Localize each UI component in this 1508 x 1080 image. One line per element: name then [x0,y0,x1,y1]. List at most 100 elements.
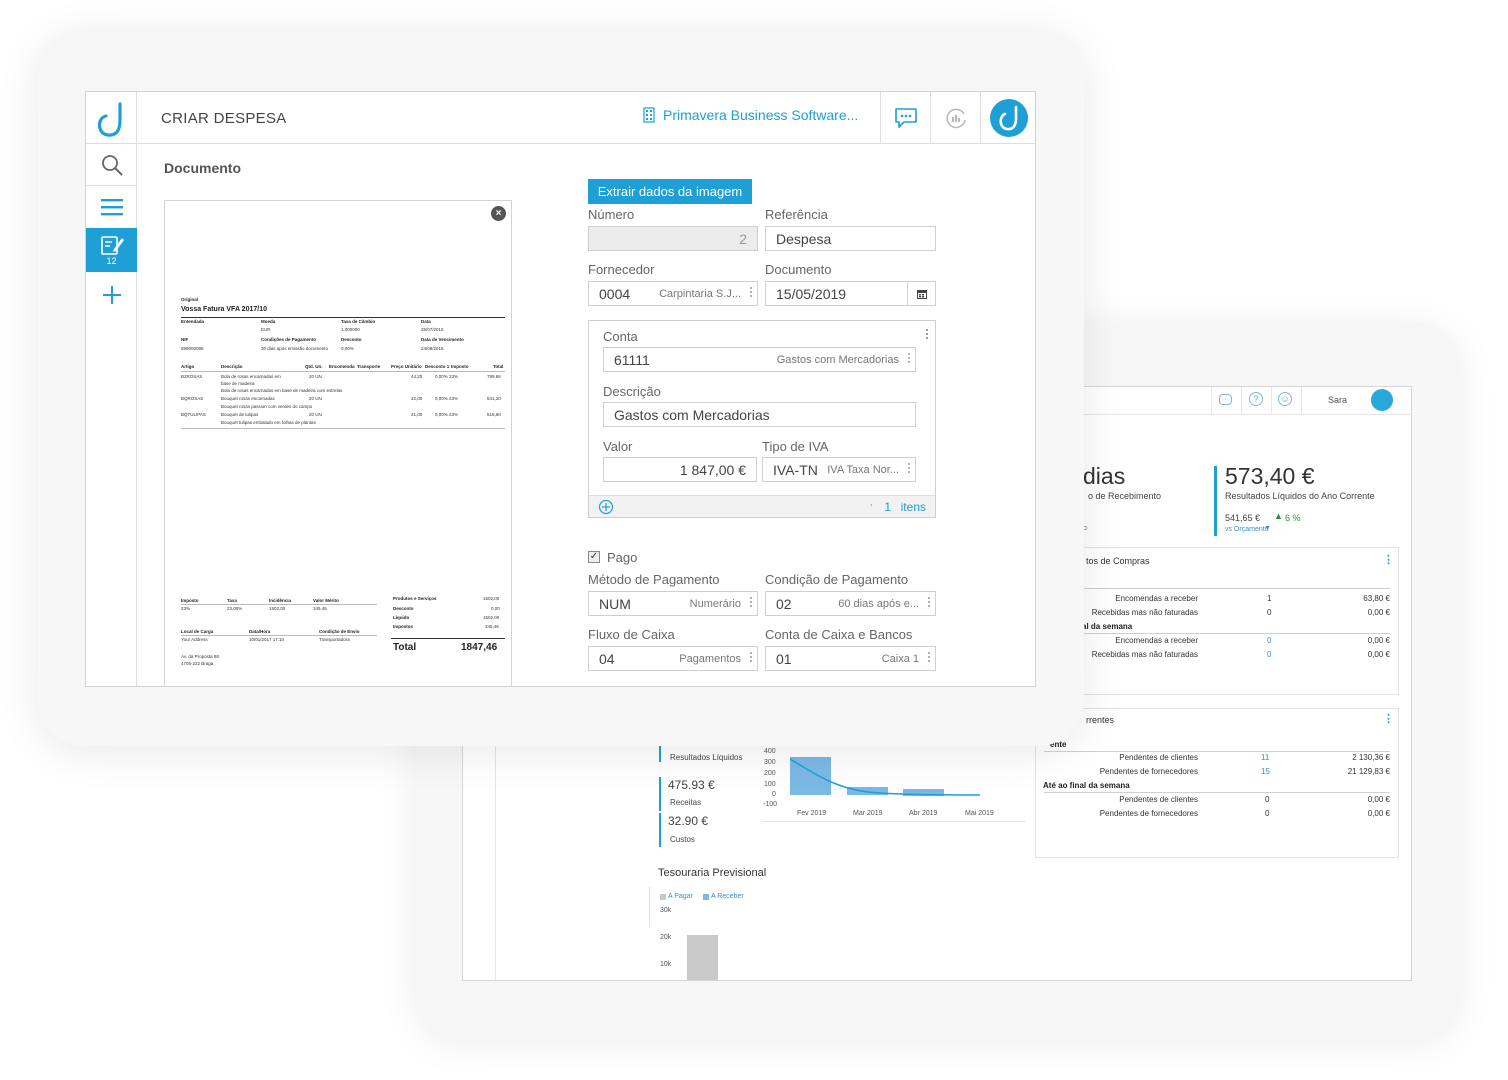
cash-flow-field[interactable]: 04 Pagamentos [588,646,758,671]
kpi-budget-label[interactable]: vs Orçamento [1225,526,1269,533]
items-count[interactable]: 1 [884,500,891,514]
table-row: Pendentes de fornecedores 0 0,00 € [1099,809,1390,818]
invoice-value: 25/07/2016 [421,327,444,332]
kpi-results-value: 573,40 € [1225,463,1315,489]
table-row: Recebidas mas não faturadas 0 0,00 € [1091,650,1390,659]
numero-label: Número [588,207,635,222]
fornecedor-field[interactable]: 0004 Carpintaria S.J... [588,281,758,306]
conta-field[interactable]: 61111 Gastos com Mercadorias [603,347,916,372]
document-date-field[interactable]: 15/05/2019 [765,281,936,306]
metodo-label: Método de Pagamento [588,572,720,587]
invoice-value: Transportadora [319,637,350,642]
kebab-menu-icon[interactable] [926,327,929,341]
invoice-field: Líquido [393,615,410,620]
cash-account-field[interactable]: 01 Caixa 1 [765,646,936,671]
payment-method-field[interactable]: NUM Numerário [588,591,758,616]
invoice-preview[interactable]: × Original Vossa Fatura VFA 2017/10 Ente… [164,200,512,686]
search-icon [101,154,123,176]
invoice-field: Condições de Pagamento [261,337,317,342]
trend-up-icon: ▲ [1274,511,1283,521]
numero-field[interactable]: 2 [588,226,758,251]
invoice-field: Imposto [181,598,199,603]
referencia-label: Referência [765,207,828,222]
sidebar-menu[interactable] [86,186,137,228]
invoice-total-value: 1847,46 [461,642,498,653]
kebab-menu-icon[interactable]: ⋮ [1383,712,1394,725]
divider [181,635,377,636]
invoice-field: Data [421,319,431,324]
invoice-value: 23,00% [227,606,243,611]
divider [1241,387,1242,415]
help-icon[interactable]: ? [1249,392,1263,406]
x-tick: Mar 2019 [853,810,883,817]
invoice-line-text: Bola de rosas encarnadas em base de made… [221,388,343,393]
invoice-value: 1502,00 [483,596,500,601]
x-tick: Abr 2019 [909,810,938,817]
invoice-col: Preço Unitário [391,364,422,369]
chart-bar [687,935,718,980]
invoice-line-text: base de madeira [221,381,255,386]
x-tick: Mai 2019 [965,810,994,817]
sidebar: 12 [86,144,137,686]
invoice-value: 345,46 [313,606,327,611]
feedback-smiley-icon[interactable]: ☺ [1278,392,1292,406]
create-expense-window: CRIAR DESPESA Primavera Business Softwar… [85,91,1036,687]
sidebar-expenses[interactable]: 12 [86,228,137,272]
descricao-field[interactable]: Gastos com Mercadorias [603,402,916,427]
legend-pay[interactable]: A Pagar [668,893,693,900]
kpi-change: 6 % [1285,513,1301,523]
close-icon[interactable]: × [491,206,506,221]
sidebar-add[interactable] [86,274,137,316]
custos-label: Custos [670,835,695,844]
profile-button[interactable] [984,92,1033,144]
section-label: al da semana [1082,622,1133,631]
y-tick: 300 [764,759,776,766]
legend-receive[interactable]: A Receber [711,893,744,900]
company-selector[interactable]: Primavera Business Software... [643,107,858,123]
table-row: Encomendas a receber 0 0,00 € [1115,636,1390,645]
invoice-line-text: Bouquet tulipas embalado em folhas de pl… [221,420,316,425]
receitas-label: Receitas [670,798,702,807]
table-row: Pendentes de clientes 0 0,00 € [1119,795,1390,804]
add-circle-icon[interactable] [598,499,614,515]
invoice-col: Qtd. Un. [305,364,323,369]
items-label[interactable]: itens [901,500,926,514]
chat-button[interactable] [881,92,930,144]
user-name[interactable]: Sara [1328,395,1347,405]
sidebar-search[interactable] [86,144,137,186]
y-tick: 10k [660,961,672,968]
invoice-title: Vossa Fatura VFA 2017/10 [181,306,267,313]
iva-field[interactable]: IVA-TN IVA Taxa Nor... [762,457,916,482]
caret-down-icon[interactable]: ▼ [1264,525,1271,532]
kebab-icon [928,650,931,664]
referencia-field[interactable]: Despesa [765,226,936,251]
group-footer: · 1 itens [589,495,935,517]
analytics-button[interactable] [931,92,980,144]
avatar [989,99,1028,137]
company-name: Primavera Business Software... [663,107,859,123]
pago-checkbox[interactable]: ✓ [588,551,600,563]
user-avatar[interactable] [1371,389,1393,411]
invoice-line-text: Bouquet rosas passion com verdes do camp… [221,404,313,409]
invoice-field: Local de Carga [181,629,214,634]
page-title: CRIAR DESPESA [161,110,287,127]
chat-icon[interactable]: ··· [1219,394,1232,405]
payment-condition-field[interactable]: 02 60 dias após e... [765,591,936,616]
section-label: Até ao final da semana [1043,781,1130,790]
kebab-menu-icon[interactable]: ⋮ [1383,553,1394,566]
divider [649,887,650,927]
logo-icon [97,102,122,137]
invoice-field: Incidência [269,598,292,603]
top-bar: CRIAR DESPESA Primavera Business Softwar… [86,92,1035,144]
analytics-refresh-icon [945,108,966,129]
divider [181,428,505,429]
extract-data-button[interactable]: Extrair dados da imagem [588,179,752,204]
valor-field[interactable]: 1 847,00 € [603,457,757,482]
app-logo[interactable] [86,92,137,144]
calendar-icon[interactable] [907,282,935,305]
kebab-icon [908,351,911,365]
invoice-value: 599000098 [181,346,204,351]
line-items-group: Conta 61111 Gastos com Mercadorias Descr… [588,320,936,518]
invoice-value: 1,000000 [341,327,360,332]
contacaixa-label: Conta de Caixa e Bancos [765,627,913,642]
